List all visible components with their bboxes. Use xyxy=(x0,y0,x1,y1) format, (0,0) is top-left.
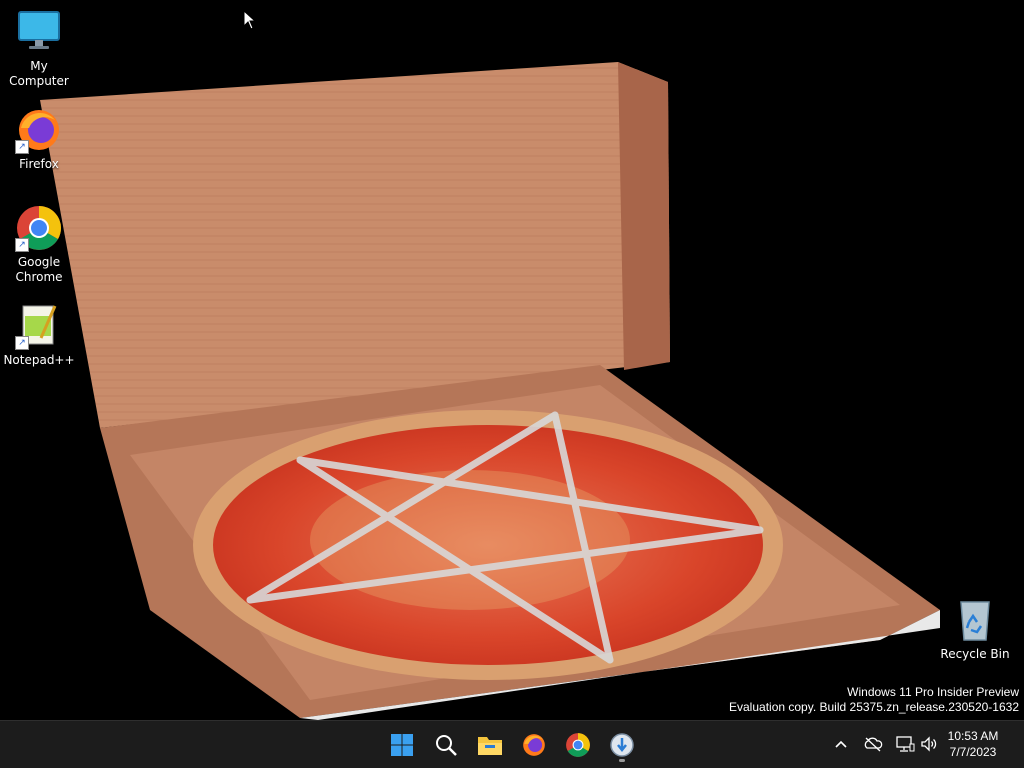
installer-icon xyxy=(610,733,634,757)
volume-button[interactable] xyxy=(918,733,940,755)
desktop-icon-label: Notepad++ xyxy=(3,353,75,367)
search-button[interactable] xyxy=(428,727,464,763)
running-indicator xyxy=(619,759,625,762)
volume-icon xyxy=(921,736,937,752)
taskbar-chrome-button[interactable] xyxy=(560,727,596,763)
desktop-icon-google-chrome[interactable]: ↗ Google Chrome xyxy=(0,204,78,285)
file-explorer-icon xyxy=(478,737,502,755)
firefox-icon: ↗ xyxy=(15,106,63,154)
start-icon xyxy=(391,734,413,756)
network-icon xyxy=(896,736,915,752)
windows-watermark: Windows 11 Pro Insider Preview Evaluatio… xyxy=(729,685,1019,715)
mouse-cursor-icon xyxy=(243,10,257,30)
watermark-edition: Windows 11 Pro Insider Preview xyxy=(847,685,1019,699)
desktop-icon-label: Firefox xyxy=(19,157,59,171)
chrome-icon: ↗ xyxy=(15,204,63,252)
start-button[interactable] xyxy=(384,727,420,763)
taskbar: 10:53 AM 7/7/2023 xyxy=(0,720,1024,768)
computer-icon xyxy=(15,8,63,56)
shortcut-arrow-icon: ↗ xyxy=(15,238,29,252)
recycle-bin-icon xyxy=(951,596,999,644)
desktop-icon-label: My Computer xyxy=(9,59,69,88)
taskbar-clock[interactable]: 10:53 AM 7/7/2023 xyxy=(938,728,1008,760)
shortcut-arrow-icon: ↗ xyxy=(15,336,29,350)
taskbar-installer-button[interactable] xyxy=(604,727,640,763)
desktop-icon-recycle-bin[interactable]: Recycle Bin xyxy=(936,596,1014,662)
show-hidden-icons-button[interactable] xyxy=(830,733,852,755)
chrome-icon xyxy=(566,733,590,757)
chevron-up-icon xyxy=(835,740,847,748)
desktop-icon-notepadpp[interactable]: ↗ Notepad++ xyxy=(0,302,78,368)
clock-date: 7/7/2023 xyxy=(949,745,997,759)
watermark-build: Evaluation copy. Build 25375.zn_release.… xyxy=(729,700,1019,714)
pizza-box-wallpaper xyxy=(40,62,940,720)
file-explorer-button[interactable] xyxy=(472,727,508,763)
shortcut-arrow-icon: ↗ xyxy=(15,140,29,154)
onedrive-status-button[interactable] xyxy=(862,733,884,755)
network-button[interactable] xyxy=(894,733,916,755)
desktop-icon-label: Google Chrome xyxy=(15,255,63,284)
clock-time: 10:53 AM xyxy=(947,729,999,743)
desktop-icon-my-computer[interactable]: My Computer xyxy=(0,8,78,89)
taskbar-firefox-button[interactable] xyxy=(516,727,552,763)
notepadpp-icon: ↗ xyxy=(15,302,63,350)
cloud-offline-icon xyxy=(864,737,883,752)
desktop-icon-firefox[interactable]: ↗ Firefox xyxy=(0,106,78,172)
search-icon xyxy=(436,735,457,756)
desktop-icon-label: Recycle Bin xyxy=(940,647,1010,661)
firefox-icon xyxy=(523,734,545,756)
